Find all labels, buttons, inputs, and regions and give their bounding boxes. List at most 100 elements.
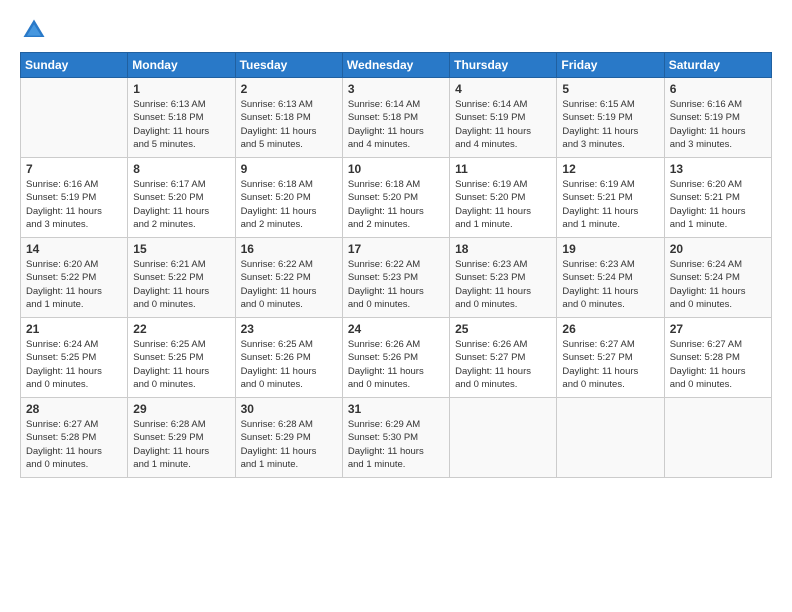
cell-content: Sunrise: 6:29 AM Sunset: 5:30 PM Dayligh… <box>348 418 444 471</box>
day-number: 3 <box>348 82 444 96</box>
calendar-cell: 18 Sunrise: 6:23 AM Sunset: 5:23 PM Dayli… <box>450 238 557 318</box>
day-number: 24 <box>348 322 444 336</box>
calendar-cell: 14 Sunrise: 6:20 AM Sunset: 5:22 PM Dayli… <box>21 238 128 318</box>
calendar-cell <box>664 398 771 478</box>
cell-content: Sunrise: 6:27 AM Sunset: 5:28 PM Dayligh… <box>670 338 766 391</box>
day-number: 14 <box>26 242 122 256</box>
day-number: 31 <box>348 402 444 416</box>
day-number: 17 <box>348 242 444 256</box>
cell-content: Sunrise: 6:28 AM Sunset: 5:29 PM Dayligh… <box>241 418 337 471</box>
calendar-cell: 1 Sunrise: 6:13 AM Sunset: 5:18 PM Daylig… <box>128 78 235 158</box>
calendar-cell: 26 Sunrise: 6:27 AM Sunset: 5:27 PM Dayli… <box>557 318 664 398</box>
calendar-cell: 6Sunrise: 6:16 AM Sunset: 5:19 PM Daylig… <box>664 78 771 158</box>
day-number: 12 <box>562 162 658 176</box>
calendar-cell: 4Sunrise: 6:14 AM Sunset: 5:19 PM Daylig… <box>450 78 557 158</box>
cell-content: Sunrise: 6:23 AM Sunset: 5:23 PM Dayligh… <box>455 258 551 311</box>
cell-content: Sunrise: 6:13 AM Sunset: 5:18 PM Dayligh… <box>133 98 229 151</box>
day-header-thursday: Thursday <box>450 53 557 78</box>
calendar-cell <box>21 78 128 158</box>
cell-content: Sunrise: 6:21 AM Sunset: 5:22 PM Dayligh… <box>133 258 229 311</box>
calendar-cell: 9 Sunrise: 6:18 AM Sunset: 5:20 PM Daylig… <box>235 158 342 238</box>
cell-content: Sunrise: 6:22 AM Sunset: 5:22 PM Dayligh… <box>241 258 337 311</box>
day-header-monday: Monday <box>128 53 235 78</box>
cell-content: Sunrise: 6:26 AM Sunset: 5:27 PM Dayligh… <box>455 338 551 391</box>
calendar-cell: 2 Sunrise: 6:13 AM Sunset: 5:18 PM Daylig… <box>235 78 342 158</box>
cell-content: Sunrise: 6:13 AM Sunset: 5:18 PM Dayligh… <box>241 98 337 151</box>
day-number: 18 <box>455 242 551 256</box>
day-header-wednesday: Wednesday <box>342 53 449 78</box>
calendar-cell: 5Sunrise: 6:15 AM Sunset: 5:19 PM Daylig… <box>557 78 664 158</box>
calendar-cell: 10 Sunrise: 6:18 AM Sunset: 5:20 PM Dayli… <box>342 158 449 238</box>
day-number: 26 <box>562 322 658 336</box>
page-header <box>20 16 772 44</box>
calendar-cell: 22 Sunrise: 6:25 AM Sunset: 5:25 PM Dayli… <box>128 318 235 398</box>
cell-content: Sunrise: 6:25 AM Sunset: 5:25 PM Dayligh… <box>133 338 229 391</box>
day-number: 30 <box>241 402 337 416</box>
cell-content: Sunrise: 6:18 AM Sunset: 5:20 PM Dayligh… <box>241 178 337 231</box>
calendar-cell: 19 Sunrise: 6:23 AM Sunset: 5:24 PM Dayli… <box>557 238 664 318</box>
calendar-week-row: 21 Sunrise: 6:24 AM Sunset: 5:25 PM Dayli… <box>21 318 772 398</box>
cell-content: Sunrise: 6:19 AM Sunset: 5:20 PM Dayligh… <box>455 178 551 231</box>
calendar-cell <box>450 398 557 478</box>
day-number: 5 <box>562 82 658 96</box>
day-number: 25 <box>455 322 551 336</box>
calendar-week-row: 14 Sunrise: 6:20 AM Sunset: 5:22 PM Dayli… <box>21 238 772 318</box>
calendar-table: SundayMondayTuesdayWednesdayThursdayFrid… <box>20 52 772 478</box>
day-header-tuesday: Tuesday <box>235 53 342 78</box>
calendar-week-row: 7Sunrise: 6:16 AM Sunset: 5:19 PM Daylig… <box>21 158 772 238</box>
calendar-cell: 28Sunrise: 6:27 AM Sunset: 5:28 PM Dayli… <box>21 398 128 478</box>
cell-content: Sunrise: 6:19 AM Sunset: 5:21 PM Dayligh… <box>562 178 658 231</box>
calendar-cell <box>557 398 664 478</box>
calendar-cell: 27Sunrise: 6:27 AM Sunset: 5:28 PM Dayli… <box>664 318 771 398</box>
calendar-cell: 31 Sunrise: 6:29 AM Sunset: 5:30 PM Dayli… <box>342 398 449 478</box>
cell-content: Sunrise: 6:24 AM Sunset: 5:25 PM Dayligh… <box>26 338 122 391</box>
day-number: 20 <box>670 242 766 256</box>
day-number: 4 <box>455 82 551 96</box>
day-number: 16 <box>241 242 337 256</box>
day-number: 6 <box>670 82 766 96</box>
cell-content: Sunrise: 6:17 AM Sunset: 5:20 PM Dayligh… <box>133 178 229 231</box>
calendar-cell: 20 Sunrise: 6:24 AM Sunset: 5:24 PM Dayli… <box>664 238 771 318</box>
calendar-week-row: 28Sunrise: 6:27 AM Sunset: 5:28 PM Dayli… <box>21 398 772 478</box>
cell-content: Sunrise: 6:27 AM Sunset: 5:27 PM Dayligh… <box>562 338 658 391</box>
day-header-sunday: Sunday <box>21 53 128 78</box>
cell-content: Sunrise: 6:28 AM Sunset: 5:29 PM Dayligh… <box>133 418 229 471</box>
day-number: 23 <box>241 322 337 336</box>
day-number: 8 <box>133 162 229 176</box>
calendar-cell: 11Sunrise: 6:19 AM Sunset: 5:20 PM Dayli… <box>450 158 557 238</box>
cell-content: Sunrise: 6:20 AM Sunset: 5:22 PM Dayligh… <box>26 258 122 311</box>
cell-content: Sunrise: 6:16 AM Sunset: 5:19 PM Dayligh… <box>26 178 122 231</box>
logo <box>20 16 52 44</box>
cell-content: Sunrise: 6:20 AM Sunset: 5:21 PM Dayligh… <box>670 178 766 231</box>
cell-content: Sunrise: 6:18 AM Sunset: 5:20 PM Dayligh… <box>348 178 444 231</box>
calendar-cell: 29Sunrise: 6:28 AM Sunset: 5:29 PM Dayli… <box>128 398 235 478</box>
day-number: 9 <box>241 162 337 176</box>
cell-content: Sunrise: 6:24 AM Sunset: 5:24 PM Dayligh… <box>670 258 766 311</box>
calendar-cell: 23 Sunrise: 6:25 AM Sunset: 5:26 PM Dayli… <box>235 318 342 398</box>
day-header-friday: Friday <box>557 53 664 78</box>
logo-icon <box>20 16 48 44</box>
calendar-cell: 16 Sunrise: 6:22 AM Sunset: 5:22 PM Dayli… <box>235 238 342 318</box>
calendar-cell: 30 Sunrise: 6:28 AM Sunset: 5:29 PM Dayli… <box>235 398 342 478</box>
cell-content: Sunrise: 6:25 AM Sunset: 5:26 PM Dayligh… <box>241 338 337 391</box>
day-number: 1 <box>133 82 229 96</box>
calendar-cell: 24 Sunrise: 6:26 AM Sunset: 5:26 PM Dayli… <box>342 318 449 398</box>
day-number: 19 <box>562 242 658 256</box>
calendar-cell: 21 Sunrise: 6:24 AM Sunset: 5:25 PM Dayli… <box>21 318 128 398</box>
day-number: 10 <box>348 162 444 176</box>
day-number: 22 <box>133 322 229 336</box>
cell-content: Sunrise: 6:23 AM Sunset: 5:24 PM Dayligh… <box>562 258 658 311</box>
calendar-cell: 17 Sunrise: 6:22 AM Sunset: 5:23 PM Dayli… <box>342 238 449 318</box>
calendar-cell: 12 Sunrise: 6:19 AM Sunset: 5:21 PM Dayli… <box>557 158 664 238</box>
calendar-cell: 7Sunrise: 6:16 AM Sunset: 5:19 PM Daylig… <box>21 158 128 238</box>
cell-content: Sunrise: 6:14 AM Sunset: 5:18 PM Dayligh… <box>348 98 444 151</box>
calendar-cell: 8 Sunrise: 6:17 AM Sunset: 5:20 PM Daylig… <box>128 158 235 238</box>
day-number: 21 <box>26 322 122 336</box>
calendar-cell: 3 Sunrise: 6:14 AM Sunset: 5:18 PM Daylig… <box>342 78 449 158</box>
day-number: 2 <box>241 82 337 96</box>
cell-content: Sunrise: 6:27 AM Sunset: 5:28 PM Dayligh… <box>26 418 122 471</box>
cell-content: Sunrise: 6:22 AM Sunset: 5:23 PM Dayligh… <box>348 258 444 311</box>
cell-content: Sunrise: 6:26 AM Sunset: 5:26 PM Dayligh… <box>348 338 444 391</box>
day-header-saturday: Saturday <box>664 53 771 78</box>
calendar-week-row: 1 Sunrise: 6:13 AM Sunset: 5:18 PM Daylig… <box>21 78 772 158</box>
